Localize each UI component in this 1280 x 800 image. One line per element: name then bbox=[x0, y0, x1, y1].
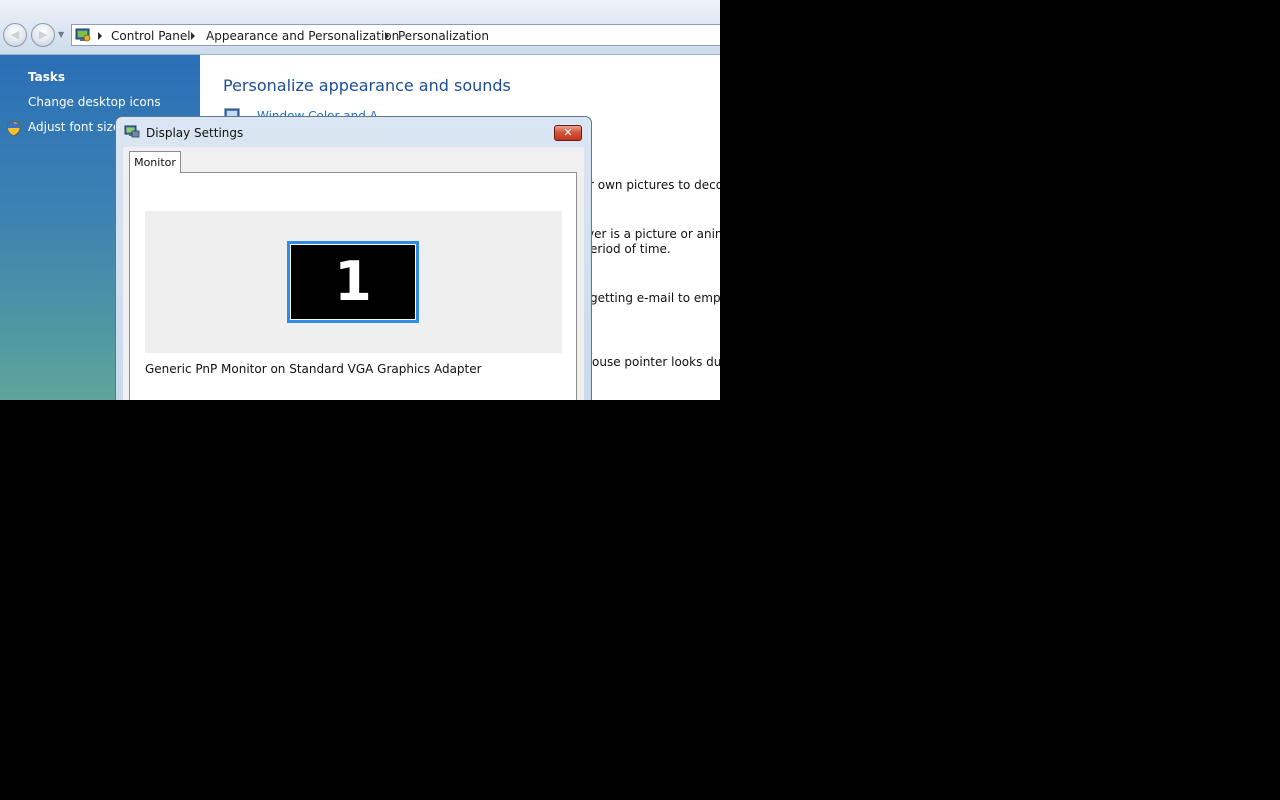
screen: ◀ ▶ ▼ Control Panel Appearance and Perso… bbox=[0, 0, 720, 400]
tasks-heading: Tasks bbox=[28, 70, 66, 84]
display-settings-dialog: Display Settings ✕ Monitor 1 Generic PnP… bbox=[115, 116, 592, 400]
page-title: Personalize appearance and sounds bbox=[223, 76, 511, 95]
breadcrumb-separator-icon[interactable] bbox=[385, 32, 389, 40]
close-button[interactable]: ✕ bbox=[554, 125, 582, 141]
screen-saver-description-line2: eriod of time. bbox=[590, 242, 671, 256]
address-bar: ◀ ▶ ▼ Control Panel Appearance and Perso… bbox=[0, 0, 720, 55]
control-panel-icon bbox=[75, 28, 91, 42]
dialog-titlebar[interactable]: Display Settings ✕ bbox=[116, 117, 591, 147]
sounds-description: getting e-mail to emptyin bbox=[590, 291, 720, 305]
monitor-arrangement-area: 1 bbox=[145, 211, 562, 353]
forward-arrow-icon: ▶ bbox=[38, 28, 48, 41]
breadcrumb-personalization[interactable]: Personalization bbox=[398, 28, 489, 44]
change-desktop-icons-link[interactable]: Change desktop icons bbox=[28, 95, 161, 109]
dialog-body: Monitor 1 Generic PnP Monitor on Standar… bbox=[123, 147, 584, 400]
screen-saver-description-line1: ver is a picture or animat bbox=[587, 227, 720, 241]
monitor-number: 1 bbox=[334, 250, 372, 313]
tab-monitor[interactable]: Monitor bbox=[129, 151, 181, 173]
display-settings-icon bbox=[124, 125, 140, 138]
breadcrumb-control-panel[interactable]: Control Panel bbox=[111, 28, 191, 44]
mouse-pointers-description: ouse pointer looks during bbox=[592, 355, 720, 369]
close-icon: ✕ bbox=[563, 126, 573, 139]
desktop-background-description: r own pictures to decorat bbox=[589, 178, 720, 192]
breadcrumb-appearance-personalization[interactable]: Appearance and Personalization bbox=[206, 28, 399, 44]
monitor-1-tile[interactable]: 1 bbox=[287, 241, 419, 323]
monitor-tab-panel: 1 Generic PnP Monitor on Standard VGA Gr… bbox=[129, 172, 577, 400]
breadcrumb-separator-icon[interactable] bbox=[191, 32, 195, 40]
breadcrumb[interactable]: Control Panel Appearance and Personaliza… bbox=[71, 24, 720, 46]
adjust-font-size-link[interactable]: Adjust font size ( bbox=[28, 120, 129, 134]
back-button[interactable]: ◀ bbox=[3, 23, 27, 47]
breadcrumb-separator-icon[interactable] bbox=[98, 32, 102, 40]
forward-button[interactable]: ▶ bbox=[31, 23, 55, 47]
dialog-title: Display Settings bbox=[146, 126, 244, 140]
shield-icon bbox=[7, 121, 21, 136]
blank-screen-area bbox=[0, 400, 1280, 800]
recent-pages-dropdown[interactable]: ▼ bbox=[58, 30, 68, 40]
back-arrow-icon: ◀ bbox=[10, 28, 20, 41]
monitor-name-label: Generic PnP Monitor on Standard VGA Grap… bbox=[145, 362, 482, 376]
tab-monitor-label: Monitor bbox=[134, 156, 176, 169]
